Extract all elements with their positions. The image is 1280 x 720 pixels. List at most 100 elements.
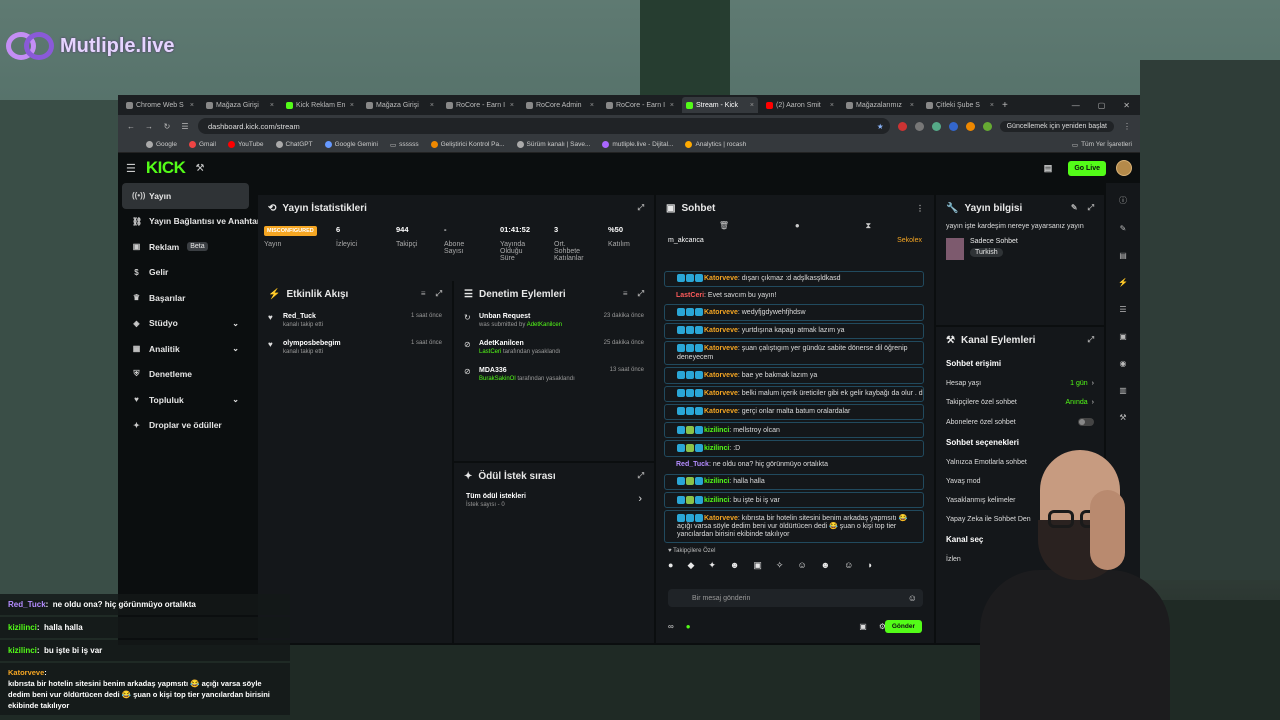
bookmark-folder[interactable]: ▭ ssssss xyxy=(390,141,419,149)
extension-icon[interactable] xyxy=(931,121,941,131)
close-icon[interactable]: × xyxy=(430,102,434,109)
bookmark[interactable]: mutliple.live - Dijital... xyxy=(602,141,673,148)
emote-icon[interactable]: ◗ xyxy=(867,560,872,571)
popout-icon[interactable]: ⤢ xyxy=(1088,335,1094,345)
bookmark[interactable]: Sürüm kanalı | Save... xyxy=(516,141,590,148)
send-button[interactable]: Gönder xyxy=(884,620,922,633)
hamburger-icon[interactable]: ☰ xyxy=(126,162,136,175)
emote-icon[interactable]: ● xyxy=(668,560,673,571)
close-icon[interactable]: × xyxy=(750,102,754,109)
hammer-icon[interactable]: ⚒ xyxy=(1119,413,1126,422)
emoji-icon[interactable]: ☺ xyxy=(908,593,917,603)
extension-icon[interactable] xyxy=(897,121,907,131)
close-window-icon[interactable]: ✕ xyxy=(1123,101,1130,110)
chat-username[interactable]: LastCeri xyxy=(676,292,704,299)
followers-only-row[interactable]: Takipçilere özel sohbet Anında › xyxy=(936,393,1104,412)
reload-icon[interactable]: ↻ xyxy=(162,122,172,131)
tab[interactable]: Mağaza Girişi × xyxy=(202,97,278,113)
hourglass-icon[interactable]: ⧗ xyxy=(865,221,871,231)
go-live-button[interactable]: Go Live xyxy=(1068,160,1106,176)
forward-icon[interactable]: → xyxy=(144,122,154,131)
chat-username[interactable]: Katorveve xyxy=(704,275,738,282)
tab[interactable]: Kick Reklam En × xyxy=(282,97,358,113)
account-age-row[interactable]: Hesap yaşı 1 gün › xyxy=(936,374,1104,393)
bookmark[interactable]: Analytics | rocash xyxy=(685,141,746,148)
card-icon[interactable]: ▤ xyxy=(1038,159,1059,178)
bolt-icon[interactable]: ⚡ xyxy=(1118,278,1128,287)
sidebar-item-analitik[interactable]: ▦ Analitik ⌄ xyxy=(118,336,253,362)
emote-icon[interactable]: ◆ xyxy=(687,560,694,571)
tab-active[interactable]: Stream - Kick × xyxy=(682,97,758,113)
close-icon[interactable]: × xyxy=(350,102,354,109)
trash-icon[interactable]: 🗑 xyxy=(719,221,729,231)
minimize-icon[interactable]: — xyxy=(1072,101,1080,110)
moderation-who[interactable]: BurakSakinOl xyxy=(479,376,516,382)
emote-icon[interactable]: ✧ xyxy=(776,560,784,571)
more-icon[interactable]: ⋮ xyxy=(916,204,924,213)
sidebar-item-yayin[interactable]: ((•)) Yayın xyxy=(122,183,249,209)
close-icon[interactable]: × xyxy=(190,102,194,109)
bookmark-star-icon[interactable]: ★ xyxy=(877,122,890,131)
popout-icon[interactable]: ⤢ xyxy=(436,289,442,299)
close-icon[interactable]: × xyxy=(670,102,674,109)
new-tab-button[interactable]: + xyxy=(1002,100,1008,111)
close-icon[interactable]: × xyxy=(270,102,274,109)
emote-icon[interactable]: ☻ xyxy=(821,560,830,571)
update-button[interactable]: Güncellemek için yeniden başlat xyxy=(999,120,1114,132)
subs-only-toggle[interactable] xyxy=(1078,418,1094,426)
bookmark[interactable]: Google Gemini xyxy=(324,141,378,148)
chat-username[interactable]: kizilinci xyxy=(704,426,729,433)
extension-icon[interactable] xyxy=(914,121,924,131)
bookmark[interactable]: YouTube xyxy=(227,141,264,148)
back-icon[interactable]: ← xyxy=(126,122,136,131)
tab[interactable]: RoCore - Earn I × xyxy=(442,97,518,113)
list-icon[interactable]: ☰ xyxy=(1119,305,1126,314)
chat-username[interactable]: Katorveve xyxy=(704,345,738,352)
moderation-who[interactable]: AdetKanilcen xyxy=(527,322,562,328)
close-icon[interactable]: × xyxy=(990,102,994,109)
site-info-icon[interactable]: ☰ xyxy=(180,122,190,131)
close-icon[interactable]: × xyxy=(510,102,514,109)
tab[interactable]: RoCore Admin × xyxy=(522,97,598,113)
hammer-icon[interactable]: ⚒ xyxy=(195,163,204,174)
filter-icon[interactable]: ≡ xyxy=(421,289,426,299)
extension-icon[interactable] xyxy=(982,121,992,131)
url-input[interactable]: dashboard.kick.com/stream ★ xyxy=(198,118,890,134)
maximize-icon[interactable]: ▢ xyxy=(1098,101,1106,110)
chat-username[interactable]: Katorveve xyxy=(704,390,738,397)
sidebar-item-topluluk[interactable]: ♥ Topluluk ⌄ xyxy=(118,387,253,413)
extension-icon[interactable] xyxy=(948,121,958,131)
bookmark[interactable]: Gmail xyxy=(188,141,216,148)
emote-icon[interactable]: ✦ xyxy=(708,560,716,571)
all-rewards-link[interactable]: Tüm ödül istekleri İstek sayısı - 0 › xyxy=(454,489,654,512)
emote-icon[interactable]: ☺ xyxy=(844,560,853,571)
bubble-icon[interactable]: ● xyxy=(795,221,800,231)
chat-username[interactable]: Katorveve xyxy=(704,408,738,415)
close-icon[interactable]: × xyxy=(830,102,834,109)
info-icon[interactable]: ⓘ xyxy=(1119,195,1127,206)
tab[interactable]: RoCore - Earn I × xyxy=(602,97,678,113)
sidebar-item-studyo[interactable]: ◈ Stüdyo ⌄ xyxy=(118,311,253,337)
pinned-right[interactable]: Sekolex xyxy=(897,237,922,244)
bookmark[interactable]: ChatGPT xyxy=(275,141,313,148)
popout-icon[interactable]: ⤢ xyxy=(638,471,644,481)
tab[interactable]: (2) Aaron Smit × xyxy=(762,97,838,113)
chat-username[interactable]: Katorveve xyxy=(704,515,738,522)
edit-icon[interactable]: ✎ xyxy=(1071,203,1078,213)
moderation-who[interactable]: LastCeri xyxy=(479,349,501,355)
sidebar-item-basarilar[interactable]: ♛ Başarılar xyxy=(118,285,253,311)
avatar[interactable] xyxy=(1116,160,1132,176)
sidebar-item-denetleme[interactable]: ⛨ Denetleme xyxy=(118,362,253,388)
chat-username[interactable]: kizilinci xyxy=(704,478,729,485)
chat-input[interactable]: Bir mesaj gönderin ☺ xyxy=(668,589,923,607)
chat-username[interactable]: Katorveve xyxy=(704,309,738,316)
chat-username[interactable]: Katorveve xyxy=(704,372,738,379)
server-icon[interactable]: ▥ xyxy=(1119,386,1127,395)
tab[interactable]: Mağaza Girişi × xyxy=(362,97,438,113)
chat-username[interactable]: Red_Tuck xyxy=(676,461,709,468)
sidebar-item-reklam[interactable]: ▣ Reklam Beta xyxy=(118,234,253,260)
chat-icon[interactable]: ▣ xyxy=(1119,332,1127,341)
category-name[interactable]: Sadece Sohbet xyxy=(970,238,1018,245)
bookmark[interactable]: Geliştirici Kontrol Pa... xyxy=(430,141,505,148)
all-bookmarks[interactable]: ▭ Tüm Yer İşaretleri xyxy=(1072,141,1140,149)
